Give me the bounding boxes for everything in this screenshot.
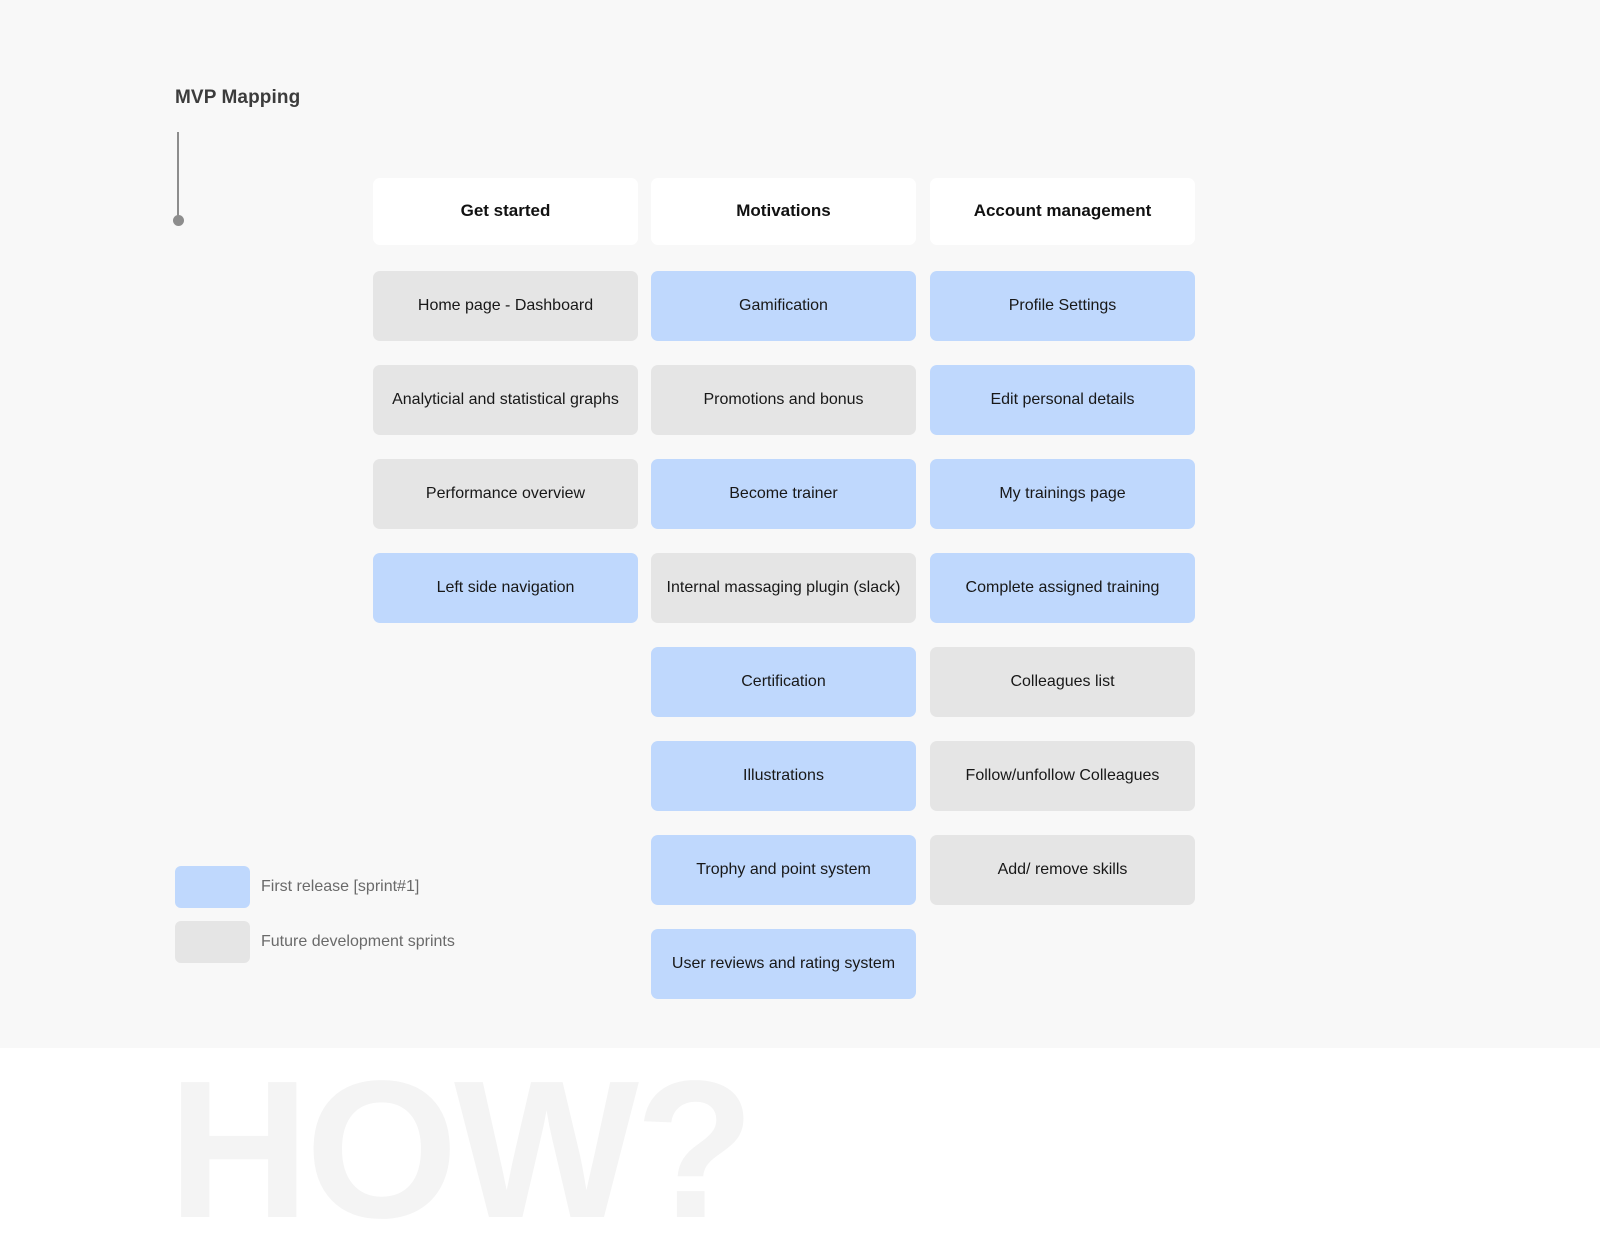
card[interactable]: Promotions and bonus bbox=[651, 365, 916, 435]
card[interactable]: Edit personal details bbox=[930, 365, 1195, 435]
card[interactable]: Gamification bbox=[651, 271, 916, 341]
legend-item-future-sprints: Future development sprints bbox=[175, 921, 455, 963]
card[interactable]: Complete assigned training bbox=[930, 553, 1195, 623]
card[interactable]: Home page - Dashboard bbox=[373, 271, 638, 341]
card[interactable]: Trophy and point system bbox=[651, 835, 916, 905]
mvp-mapping-board: MVP Mapping Get started Home page - Dash… bbox=[0, 0, 1600, 1048]
card[interactable]: User reviews and rating system bbox=[651, 929, 916, 999]
card[interactable]: Profile Settings bbox=[930, 271, 1195, 341]
connector-stem bbox=[177, 132, 179, 216]
column-account-management: Account management Profile Settings Edit… bbox=[930, 178, 1195, 929]
connector-dot-icon bbox=[173, 215, 184, 226]
column-header: Account management bbox=[930, 178, 1195, 245]
card[interactable]: Illustrations bbox=[651, 741, 916, 811]
card[interactable]: My trainings page bbox=[930, 459, 1195, 529]
legend-label: Future development sprints bbox=[261, 933, 455, 950]
card[interactable]: Add/ remove skills bbox=[930, 835, 1195, 905]
card[interactable]: Certification bbox=[651, 647, 916, 717]
legend: First release [sprint#1] Future developm… bbox=[175, 866, 455, 976]
column-header: Get started bbox=[373, 178, 638, 245]
card[interactable]: Analyticial and statistical graphs bbox=[373, 365, 638, 435]
column-motivations: Motivations Gamification Promotions and … bbox=[651, 178, 916, 1023]
legend-swatch-icon bbox=[175, 866, 250, 908]
column-get-started: Get started Home page - Dashboard Analyt… bbox=[373, 178, 638, 647]
page-title: MVP Mapping bbox=[175, 87, 301, 108]
card[interactable]: Become trainer bbox=[651, 459, 916, 529]
card[interactable]: Follow/unfollow Colleagues bbox=[930, 741, 1195, 811]
watermark-text: HOW? bbox=[168, 1040, 755, 1259]
card[interactable]: Left side navigation bbox=[373, 553, 638, 623]
legend-swatch-icon bbox=[175, 921, 250, 963]
card[interactable]: Internal massaging plugin (slack) bbox=[651, 553, 916, 623]
card[interactable]: Performance overview bbox=[373, 459, 638, 529]
card[interactable]: Colleagues list bbox=[930, 647, 1195, 717]
title-connector-line bbox=[173, 132, 185, 226]
column-header: Motivations bbox=[651, 178, 916, 245]
legend-label: First release [sprint#1] bbox=[261, 878, 420, 895]
legend-item-first-release: First release [sprint#1] bbox=[175, 866, 455, 908]
